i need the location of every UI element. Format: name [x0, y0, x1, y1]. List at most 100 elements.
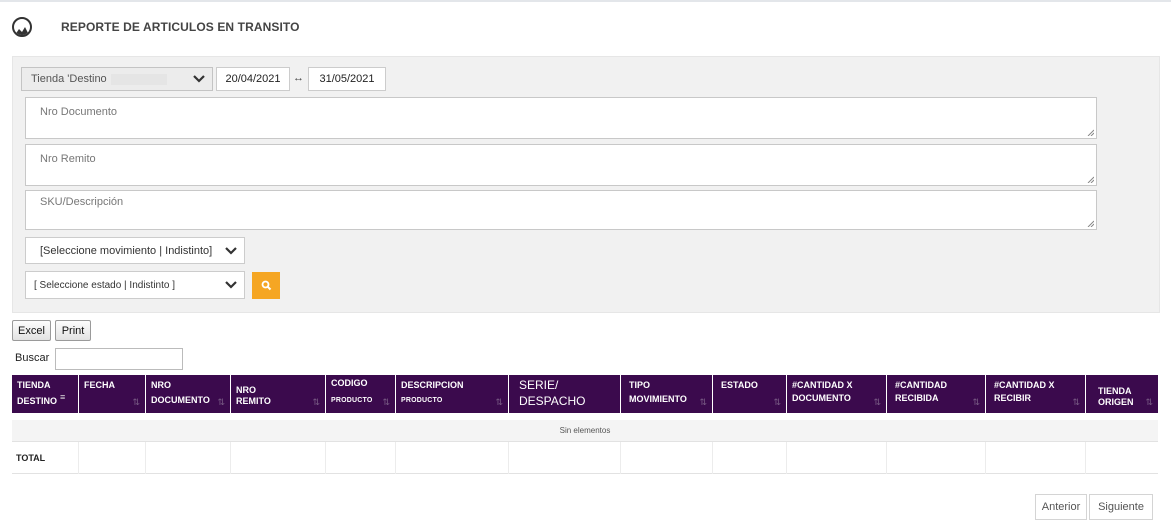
mountain-image-icon — [12, 17, 32, 37]
sort-icon: ⇅ — [495, 397, 503, 407]
total-cell — [621, 442, 713, 474]
movimiento-select[interactable]: [Seleccione movimiento | Indistinto] — [25, 237, 245, 264]
total-label: TOTAL — [12, 442, 79, 474]
table-header: TIENDA DESTINO ≡ FECHA ⇅ NRO DOCUMENTO ⇅… — [12, 375, 1158, 413]
col-estado[interactable]: ESTADO ⇅ — [713, 375, 787, 413]
col-cantidad-recibida-line2: RECIBIDA — [895, 393, 939, 403]
empty-row: Sin elementos — [12, 420, 1158, 442]
col-codigo-producto[interactable]: CODIGO PRODUCTO ⇅ — [326, 375, 396, 413]
sort-icon: ⇅ — [972, 397, 980, 407]
col-cantidad-recibir[interactable]: #CANTIDAD X RECIBIR ⇅ — [986, 375, 1086, 413]
sort-asc-icon: ≡ — [60, 392, 66, 402]
col-tipo-movimiento[interactable]: TIPO MOVIMIENTO ⇅ — [621, 375, 713, 413]
store-select-value — [110, 73, 167, 85]
store-select-label: Tienda 'Destino — [31, 73, 107, 85]
chevron-down-icon — [193, 75, 205, 83]
total-cell — [396, 442, 509, 474]
filter-panel: Tienda 'Destino 20/04/2021 ↔ 31/05/2021 … — [12, 56, 1160, 313]
col-tienda-destino-line1: TIENDA — [17, 380, 51, 390]
total-cell — [326, 442, 396, 474]
sku-descripcion-placeholder: SKU/Descripción — [40, 196, 124, 208]
print-button[interactable]: Print — [55, 320, 91, 341]
sort-icon: ⇅ — [773, 397, 781, 407]
col-descripcion-producto-line2: PRODUCTO — [401, 397, 443, 404]
total-cell — [887, 442, 986, 474]
date-range-arrow: ↔ — [293, 72, 304, 84]
empty-message: Sin elementos — [559, 426, 611, 435]
col-nro-remito-line1: NRO — [236, 385, 256, 395]
total-cell — [79, 442, 146, 474]
prev-page-button[interactable]: Anterior — [1035, 494, 1087, 520]
col-descripcion-producto-line1: DESCRIPCION — [401, 380, 464, 390]
total-cell — [986, 442, 1086, 474]
sort-icon: ⇅ — [1072, 397, 1080, 407]
sort-icon: ⇅ — [132, 397, 140, 407]
resize-grip-icon[interactable] — [1086, 219, 1094, 227]
resize-grip-icon[interactable] — [1086, 128, 1094, 136]
col-fecha-line1: FECHA — [84, 380, 115, 390]
col-cantidad-documento-line1: #CANTIDAD X — [792, 380, 853, 390]
nro-remito-textarea[interactable]: Nro Remito — [25, 144, 1097, 186]
date-to-input[interactable]: 31/05/2021 — [308, 67, 386, 91]
col-tienda-destino-line2: DESTINO — [17, 396, 58, 406]
store-select[interactable]: Tienda 'Destino — [21, 67, 213, 91]
col-fecha[interactable]: FECHA ⇅ — [79, 375, 146, 413]
total-cell — [1086, 442, 1158, 474]
top-border — [0, 0, 1171, 2]
col-cantidad-recibir-line1: #CANTIDAD X — [994, 380, 1055, 390]
col-descripcion-producto[interactable]: DESCRIPCION PRODUCTO ⇅ — [396, 375, 509, 413]
page-title: REPORTE DE ARTICULOS EN TRANSITO — [61, 20, 300, 34]
buscar-label: Buscar — [15, 352, 50, 364]
total-cell — [787, 442, 887, 474]
search-icon — [261, 280, 271, 291]
col-cantidad-documento-line2: DOCUMENTO — [792, 393, 851, 403]
nro-documento-placeholder: Nro Documento — [40, 106, 118, 118]
results-table: TIENDA DESTINO ≡ FECHA ⇅ NRO DOCUMENTO ⇅… — [12, 375, 1158, 474]
estado-select[interactable]: [ Seleccione estado | Indistinto ] — [25, 271, 245, 299]
col-serie-despacho-line2: DESPACHO — [519, 394, 586, 408]
chevron-down-icon — [225, 246, 237, 255]
total-cell — [509, 442, 621, 474]
col-tienda-origen-line1: TIENDA — [1098, 386, 1132, 396]
sku-descripcion-textarea[interactable]: SKU/Descripción — [25, 190, 1097, 230]
col-nro-documento[interactable]: NRO DOCUMENTO ⇅ — [146, 375, 231, 413]
col-tienda-destino[interactable]: TIENDA DESTINO ≡ — [12, 375, 79, 413]
next-page-button[interactable]: Siguiente — [1089, 494, 1153, 520]
col-serie-despacho[interactable]: SERIE/ DESPACHO — [509, 375, 621, 413]
total-cell — [231, 442, 326, 474]
col-nro-documento-line1: NRO — [151, 380, 171, 390]
col-cantidad-recibida-line1: #CANTIDAD — [895, 380, 948, 390]
sort-icon: ⇅ — [217, 397, 225, 407]
sort-icon: ⇅ — [382, 397, 390, 407]
nro-documento-textarea[interactable]: Nro Documento — [25, 97, 1097, 139]
col-tipo-movimiento-line1: TIPO — [629, 380, 651, 390]
col-cantidad-recibir-line2: RECIBIR — [994, 393, 1032, 403]
nro-remito-placeholder: Nro Remito — [40, 153, 96, 165]
search-button[interactable] — [252, 272, 280, 299]
col-nro-remito[interactable]: NRO REMITO ⇅ — [231, 375, 326, 413]
col-nro-remito-line2: REMITO — [236, 396, 271, 406]
excel-button[interactable]: Excel — [12, 320, 51, 341]
total-cell — [146, 442, 231, 474]
total-row: TOTAL — [12, 442, 1158, 474]
col-tipo-movimiento-line2: MOVIMIENTO — [629, 394, 687, 404]
estado-select-value: [ Seleccione estado | Indistinto ] — [34, 279, 176, 291]
total-cell — [713, 442, 787, 474]
chevron-down-icon — [225, 281, 237, 289]
sort-icon: ⇅ — [312, 397, 320, 407]
col-serie-despacho-line1: SERIE/ — [519, 378, 559, 392]
resize-grip-icon[interactable] — [1086, 175, 1094, 183]
col-tienda-origen[interactable]: TIENDA ORIGEN ⇅ — [1086, 375, 1158, 413]
date-from-input[interactable]: 20/04/2021 — [216, 67, 290, 91]
col-codigo-producto-line1: CODIGO — [331, 378, 368, 388]
col-cantidad-documento[interactable]: #CANTIDAD X DOCUMENTO ⇅ — [787, 375, 887, 413]
sort-icon: ⇅ — [699, 397, 707, 407]
movimiento-select-value: [Seleccione movimiento | Indistinto] — [40, 244, 213, 257]
sort-icon: ⇅ — [873, 397, 881, 407]
col-estado-line1: ESTADO — [721, 380, 758, 390]
buscar-input[interactable] — [55, 348, 183, 370]
col-nro-documento-line2: DOCUMENTO — [151, 395, 210, 405]
col-cantidad-recibida[interactable]: #CANTIDAD RECIBIDA ⇅ — [887, 375, 986, 413]
sort-icon: ⇅ — [1145, 397, 1153, 407]
page-header: REPORTE DE ARTICULOS EN TRANSITO — [12, 14, 300, 40]
